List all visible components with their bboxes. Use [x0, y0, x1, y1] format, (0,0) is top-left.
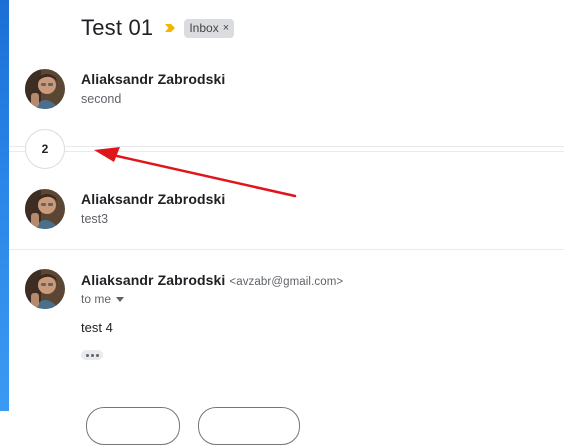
message-snippet[interactable]: second	[81, 92, 121, 106]
recipient-details-toggle[interactable]: to me	[81, 292, 125, 306]
message-sender[interactable]: Aliaksandr Zabrodski	[81, 272, 225, 288]
sender-photo-icon	[25, 189, 65, 229]
show-trimmed-content-button[interactable]	[81, 350, 103, 360]
collapsed-divider-bottom	[9, 151, 564, 152]
message-snippet[interactable]: test3	[81, 212, 108, 226]
forward-button[interactable]	[198, 407, 300, 445]
message-sender[interactable]: Aliaksandr Zabrodski	[81, 191, 225, 207]
ellipsis-icon	[85, 353, 89, 357]
message-sender[interactable]: Aliaksandr Zabrodski	[81, 71, 225, 87]
thread-header: Test 01 Inbox ×	[81, 14, 235, 42]
message-body: test 4	[81, 320, 113, 335]
message-sender-header: Aliaksandr Zabrodski <avzabr@gmail.com>	[81, 272, 343, 288]
inbox-label-chip[interactable]: Inbox ×	[184, 18, 235, 38]
avatar[interactable]	[25, 269, 65, 309]
importance-marker-icon[interactable]	[164, 22, 176, 34]
avatar[interactable]	[25, 189, 65, 229]
remove-label-icon[interactable]: ×	[223, 22, 229, 34]
thread-subject: Test 01	[81, 15, 154, 40]
label-chip-text: Inbox	[189, 20, 219, 35]
collapsed-divider-top	[9, 146, 564, 147]
chevron-down-icon[interactable]	[116, 296, 125, 302]
recipient-text: to me	[81, 292, 112, 306]
sender-photo-icon	[25, 69, 65, 109]
message-divider	[9, 249, 564, 250]
ellipsis-icon	[95, 353, 99, 357]
reply-button[interactable]	[86, 407, 180, 445]
desktop-background-strip	[0, 0, 9, 411]
ellipsis-icon	[90, 353, 94, 357]
sender-email: <avzabr@gmail.com>	[229, 276, 344, 288]
collapsed-messages-count[interactable]: 2	[25, 129, 65, 169]
sender-photo-icon	[25, 269, 65, 309]
avatar[interactable]	[25, 69, 65, 109]
